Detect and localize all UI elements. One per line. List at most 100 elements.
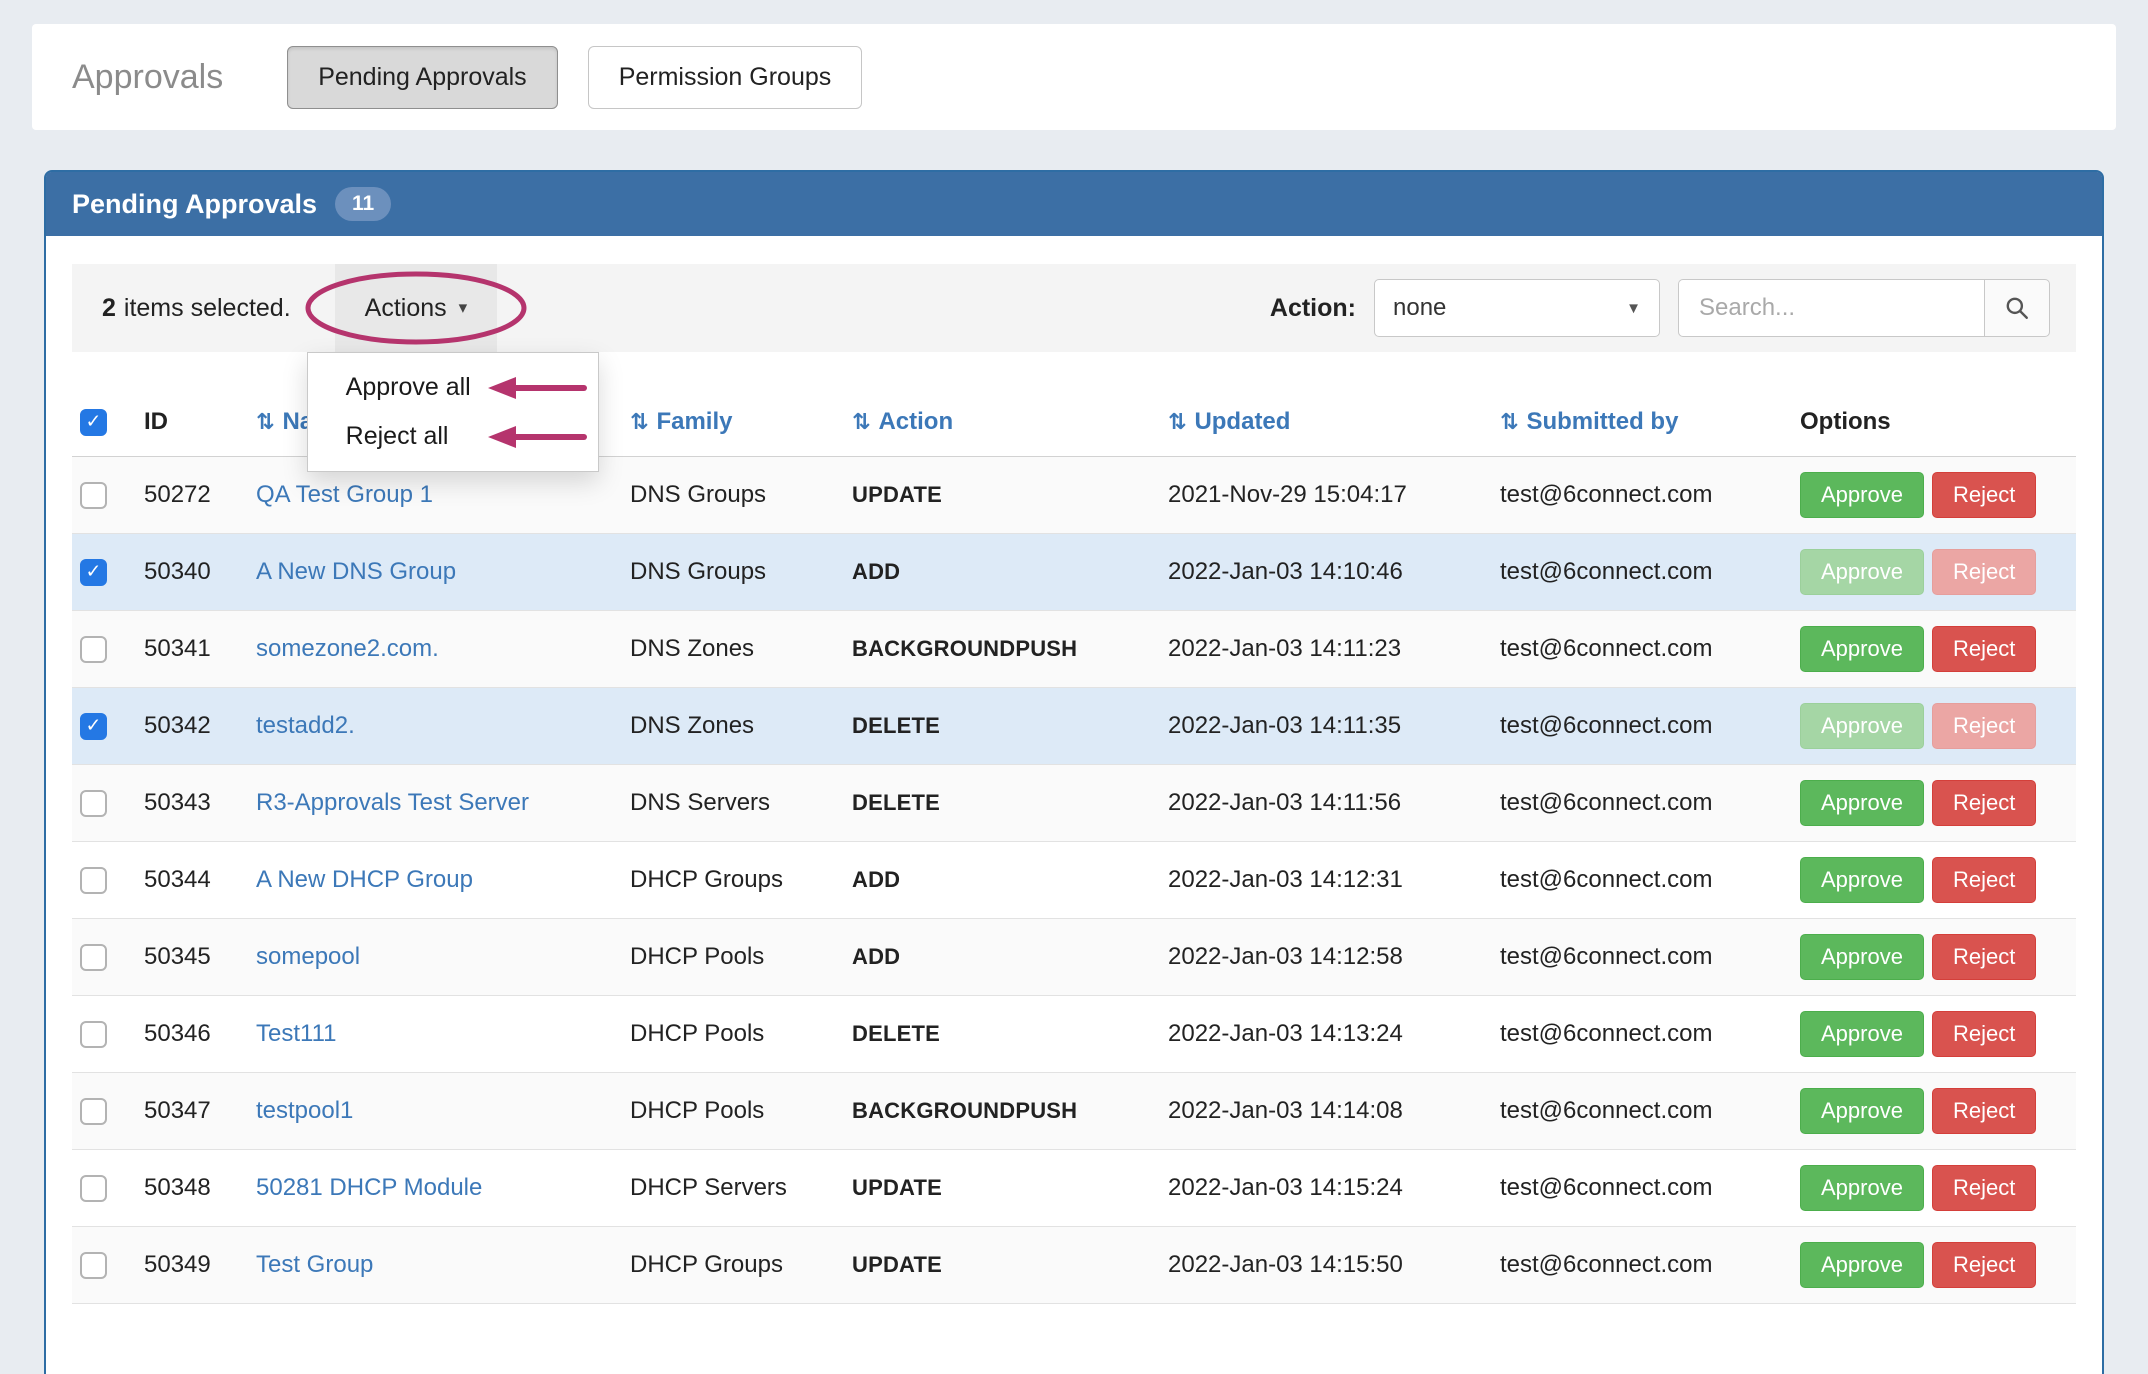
menu-item-reject-all[interactable]: Reject all xyxy=(308,412,598,461)
table-row: 50344 A New DHCP Group DHCP Groups ADD 2022-… xyxy=(72,841,2076,919)
menu-item-approve-all[interactable]: Approve all xyxy=(308,363,598,412)
row-name-link[interactable]: A New DNS Group xyxy=(256,558,456,585)
approve-button[interactable]: Approve xyxy=(1800,857,1924,904)
reject-button[interactable]: Reject xyxy=(1931,1088,2037,1135)
row-checkbox-cell xyxy=(72,533,136,611)
approve-button[interactable]: Approve xyxy=(1800,1242,1924,1289)
row-id: 50272 xyxy=(144,481,211,509)
row-action: DELETE xyxy=(844,687,1160,765)
row-id: 50348 xyxy=(136,1149,248,1227)
sort-icon: ⇅ xyxy=(256,409,275,435)
column-header-updated[interactable]: ⇅ Updated xyxy=(1160,396,1492,458)
row-id: 50349 xyxy=(136,1226,248,1305)
row-id: 50345 xyxy=(136,918,248,996)
sort-icon: ⇅ xyxy=(852,409,871,435)
row-checkbox-cell xyxy=(72,841,136,919)
reject-button[interactable]: Reject xyxy=(1931,1165,2037,1212)
approve-button[interactable]: Approve xyxy=(1800,626,1924,673)
row-checkbox[interactable] xyxy=(80,1098,107,1126)
panel-header: Pending Approvals 11 xyxy=(46,172,2102,236)
column-header-family[interactable]: ⇅ Family xyxy=(622,396,844,458)
reject-button[interactable]: Reject xyxy=(1931,1242,2037,1289)
sort-icon: ⇅ xyxy=(630,409,649,435)
row-checkbox[interactable] xyxy=(80,944,107,972)
selected-count: 2 xyxy=(102,293,116,322)
row-family: DNS Zones xyxy=(622,687,844,765)
search-input[interactable] xyxy=(1678,279,1984,337)
row-options: Approve Reject xyxy=(1792,1149,2076,1227)
row-name-link[interactable]: R3-Approvals Test Server xyxy=(256,789,529,816)
tab-pending-approvals[interactable]: Pending Approvals xyxy=(287,45,558,109)
approve-button[interactable]: Approve xyxy=(1800,934,1924,981)
row-updated: 2022-Jan-03 14:10:46 xyxy=(1160,533,1492,611)
row-submitted-by: test@6connect.com xyxy=(1492,764,1792,842)
table-row: 50342 testadd2. DNS ZonesDELETE2022-Jan-03… xyxy=(72,687,2076,765)
row-name-link[interactable]: QA Test Group 1 xyxy=(256,481,433,508)
select-all-checkbox[interactable] xyxy=(80,409,107,437)
reject-button[interactable]: Reject xyxy=(1931,934,2037,981)
action-select-value: none xyxy=(1393,294,1447,321)
approve-button[interactable]: Approve xyxy=(1800,780,1924,827)
row-family: DNS Servers xyxy=(622,764,844,842)
row-checkbox[interactable] xyxy=(80,1021,107,1049)
tab-permission-groups[interactable]: Permission Groups xyxy=(587,45,863,109)
row-submitted-by: test@6connect.com xyxy=(1492,1226,1792,1305)
row-id: 50346 xyxy=(136,995,248,1073)
row-updated: 2022-Jan-03 14:13:24 xyxy=(1160,995,1492,1073)
row-family: DHCP Groups xyxy=(622,841,844,919)
approve-button[interactable]: Approve xyxy=(1800,1088,1924,1135)
column-header-submitted-by[interactable]: ⇅ Submitted by xyxy=(1492,396,1792,458)
approve-button[interactable]: Approve xyxy=(1800,549,1924,596)
row-checkbox[interactable] xyxy=(80,559,107,587)
reject-button[interactable]: Reject xyxy=(1931,549,2037,596)
row-name-link[interactable]: testpool1 xyxy=(256,1097,353,1124)
row-options: Approve Reject xyxy=(1792,918,2076,996)
row-id: 50340 xyxy=(136,533,248,611)
row-name-link[interactable]: somezone2.com. xyxy=(256,635,439,662)
approve-button[interactable]: Approve xyxy=(1800,1011,1924,1058)
row-checkbox[interactable] xyxy=(80,482,107,510)
table-row: 50348 50281 DHCP Module DHCP Servers UPDATE… xyxy=(72,1149,2076,1227)
reject-button[interactable]: Reject xyxy=(1931,857,2037,904)
action-select[interactable]: none ▼ xyxy=(1374,279,1660,337)
row-checkbox[interactable] xyxy=(80,636,107,664)
table-row: 50341 somezone2.com. DNS Zones BACKGROUNDPU… xyxy=(72,610,2076,688)
column-header-action[interactable]: ⇅ Action xyxy=(844,396,1160,458)
approvals-table-body: 50272 QA Test Group 1 DNS Groups UPDATE 2021… xyxy=(72,456,2076,1305)
row-updated: 2022-Jan-03 14:11:23 xyxy=(1160,610,1492,688)
row-checkbox[interactable] xyxy=(80,713,107,741)
row-id: 50342 xyxy=(136,687,248,765)
row-name-link[interactable]: testadd2. xyxy=(256,712,355,739)
row-name-link[interactable]: A New DHCP Group xyxy=(256,866,473,893)
row-name-link[interactable]: Test111 xyxy=(256,1020,337,1047)
row-family: DHCP Pools xyxy=(622,1072,844,1150)
reject-button[interactable]: Reject xyxy=(1931,703,2037,750)
annotation-arrow-reject-all xyxy=(487,425,587,448)
row-action: ADD xyxy=(844,841,1160,919)
row-checkbox[interactable] xyxy=(80,867,107,895)
row-updated: 2022-Jan-03 14:11:56 xyxy=(1160,764,1492,842)
row-name-link[interactable]: somepool xyxy=(256,943,360,970)
approve-button[interactable]: Approve xyxy=(1800,703,1924,750)
approve-button[interactable]: Approve xyxy=(1800,472,1924,519)
row-name-link[interactable]: 50281 DHCP Module xyxy=(256,1174,482,1201)
reject-button[interactable]: Reject xyxy=(1931,472,2037,519)
row-updated: 2022-Jan-03 14:12:58 xyxy=(1160,918,1492,996)
row-family: DHCP Servers xyxy=(622,1149,844,1227)
sort-icon: ⇅ xyxy=(1500,409,1519,435)
row-submitted-by: test@6connect.com xyxy=(1492,1072,1792,1150)
reject-button[interactable]: Reject xyxy=(1931,780,2037,827)
actions-button[interactable]: Actions ▾ xyxy=(334,264,498,352)
row-checkbox[interactable] xyxy=(80,1252,107,1280)
search-button[interactable] xyxy=(1984,279,2050,337)
reject-button[interactable]: Reject xyxy=(1931,1011,2037,1058)
pending-count-badge: 11 xyxy=(335,187,392,221)
row-name-link[interactable]: Test Group xyxy=(256,1251,373,1278)
row-checkbox[interactable] xyxy=(80,1175,107,1203)
approve-button[interactable]: Approve xyxy=(1800,1165,1924,1212)
reject-button[interactable]: Reject xyxy=(1931,626,2037,673)
row-checkbox[interactable] xyxy=(80,790,107,818)
row-submitted-by: test@6connect.com xyxy=(1492,610,1792,688)
row-checkbox-cell xyxy=(72,918,136,996)
row-action: BACKGROUNDPUSH xyxy=(844,610,1160,688)
